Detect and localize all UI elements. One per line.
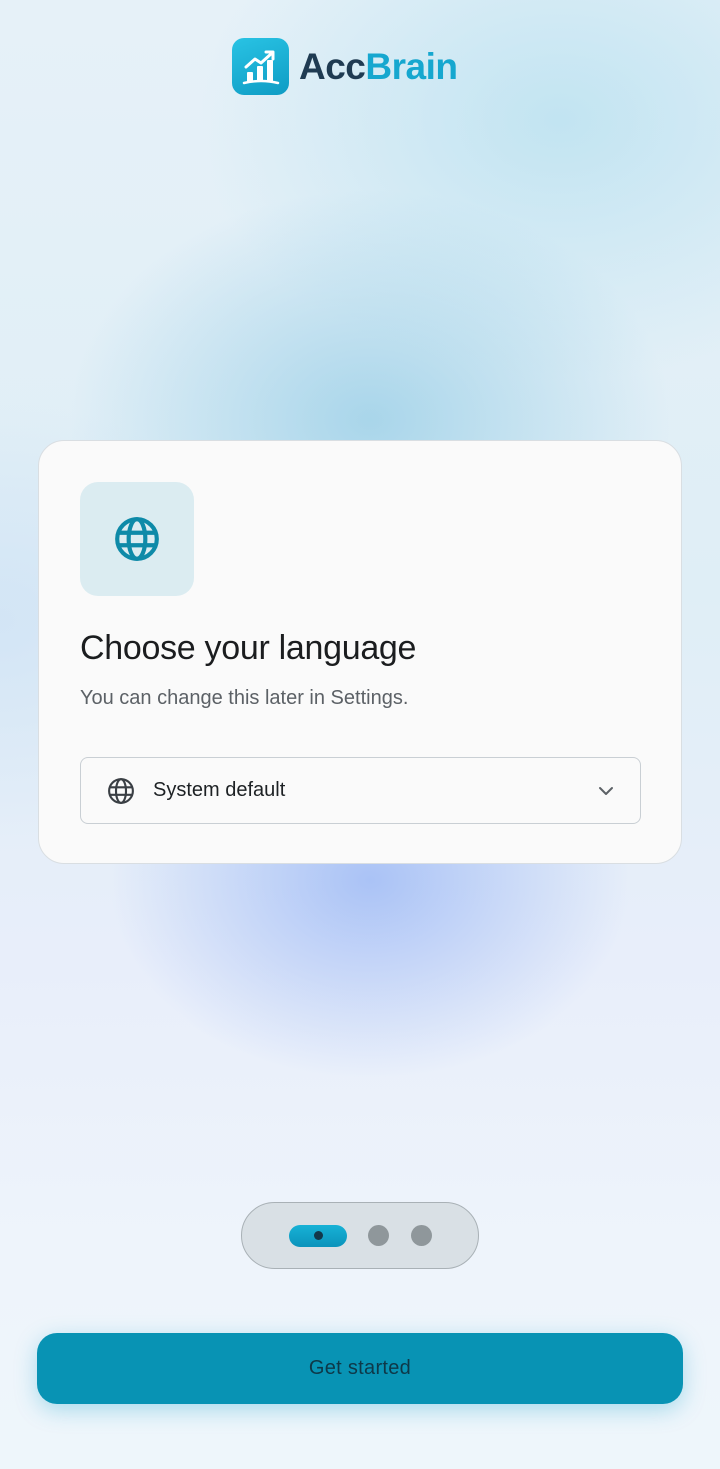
globe-icon <box>80 482 194 596</box>
page-subtitle: You can change this later in Settings. <box>80 687 409 709</box>
app-logo: AccBrain <box>232 38 458 95</box>
page-dot-active-center <box>313 1231 323 1240</box>
bar-chart-growth-icon <box>232 38 289 95</box>
globe-icon <box>105 775 137 807</box>
page-dot[interactable] <box>368 1225 389 1246</box>
page-dot[interactable] <box>411 1225 432 1246</box>
language-select[interactable]: System default <box>80 757 641 824</box>
page-dot-active[interactable] <box>289 1224 347 1247</box>
page-indicator <box>241 1202 479 1269</box>
page-title: Choose your language <box>80 629 417 667</box>
app-name: AccBrain <box>299 45 458 88</box>
language-card: Choose your language You can change this… <box>38 440 682 864</box>
app-name-part2: Brain <box>365 45 458 87</box>
app-name-part1: Acc <box>299 45 366 87</box>
get-started-button[interactable]: Get started <box>37 1333 683 1404</box>
language-select-value: System default <box>153 779 286 801</box>
chevron-down-icon <box>594 779 618 803</box>
